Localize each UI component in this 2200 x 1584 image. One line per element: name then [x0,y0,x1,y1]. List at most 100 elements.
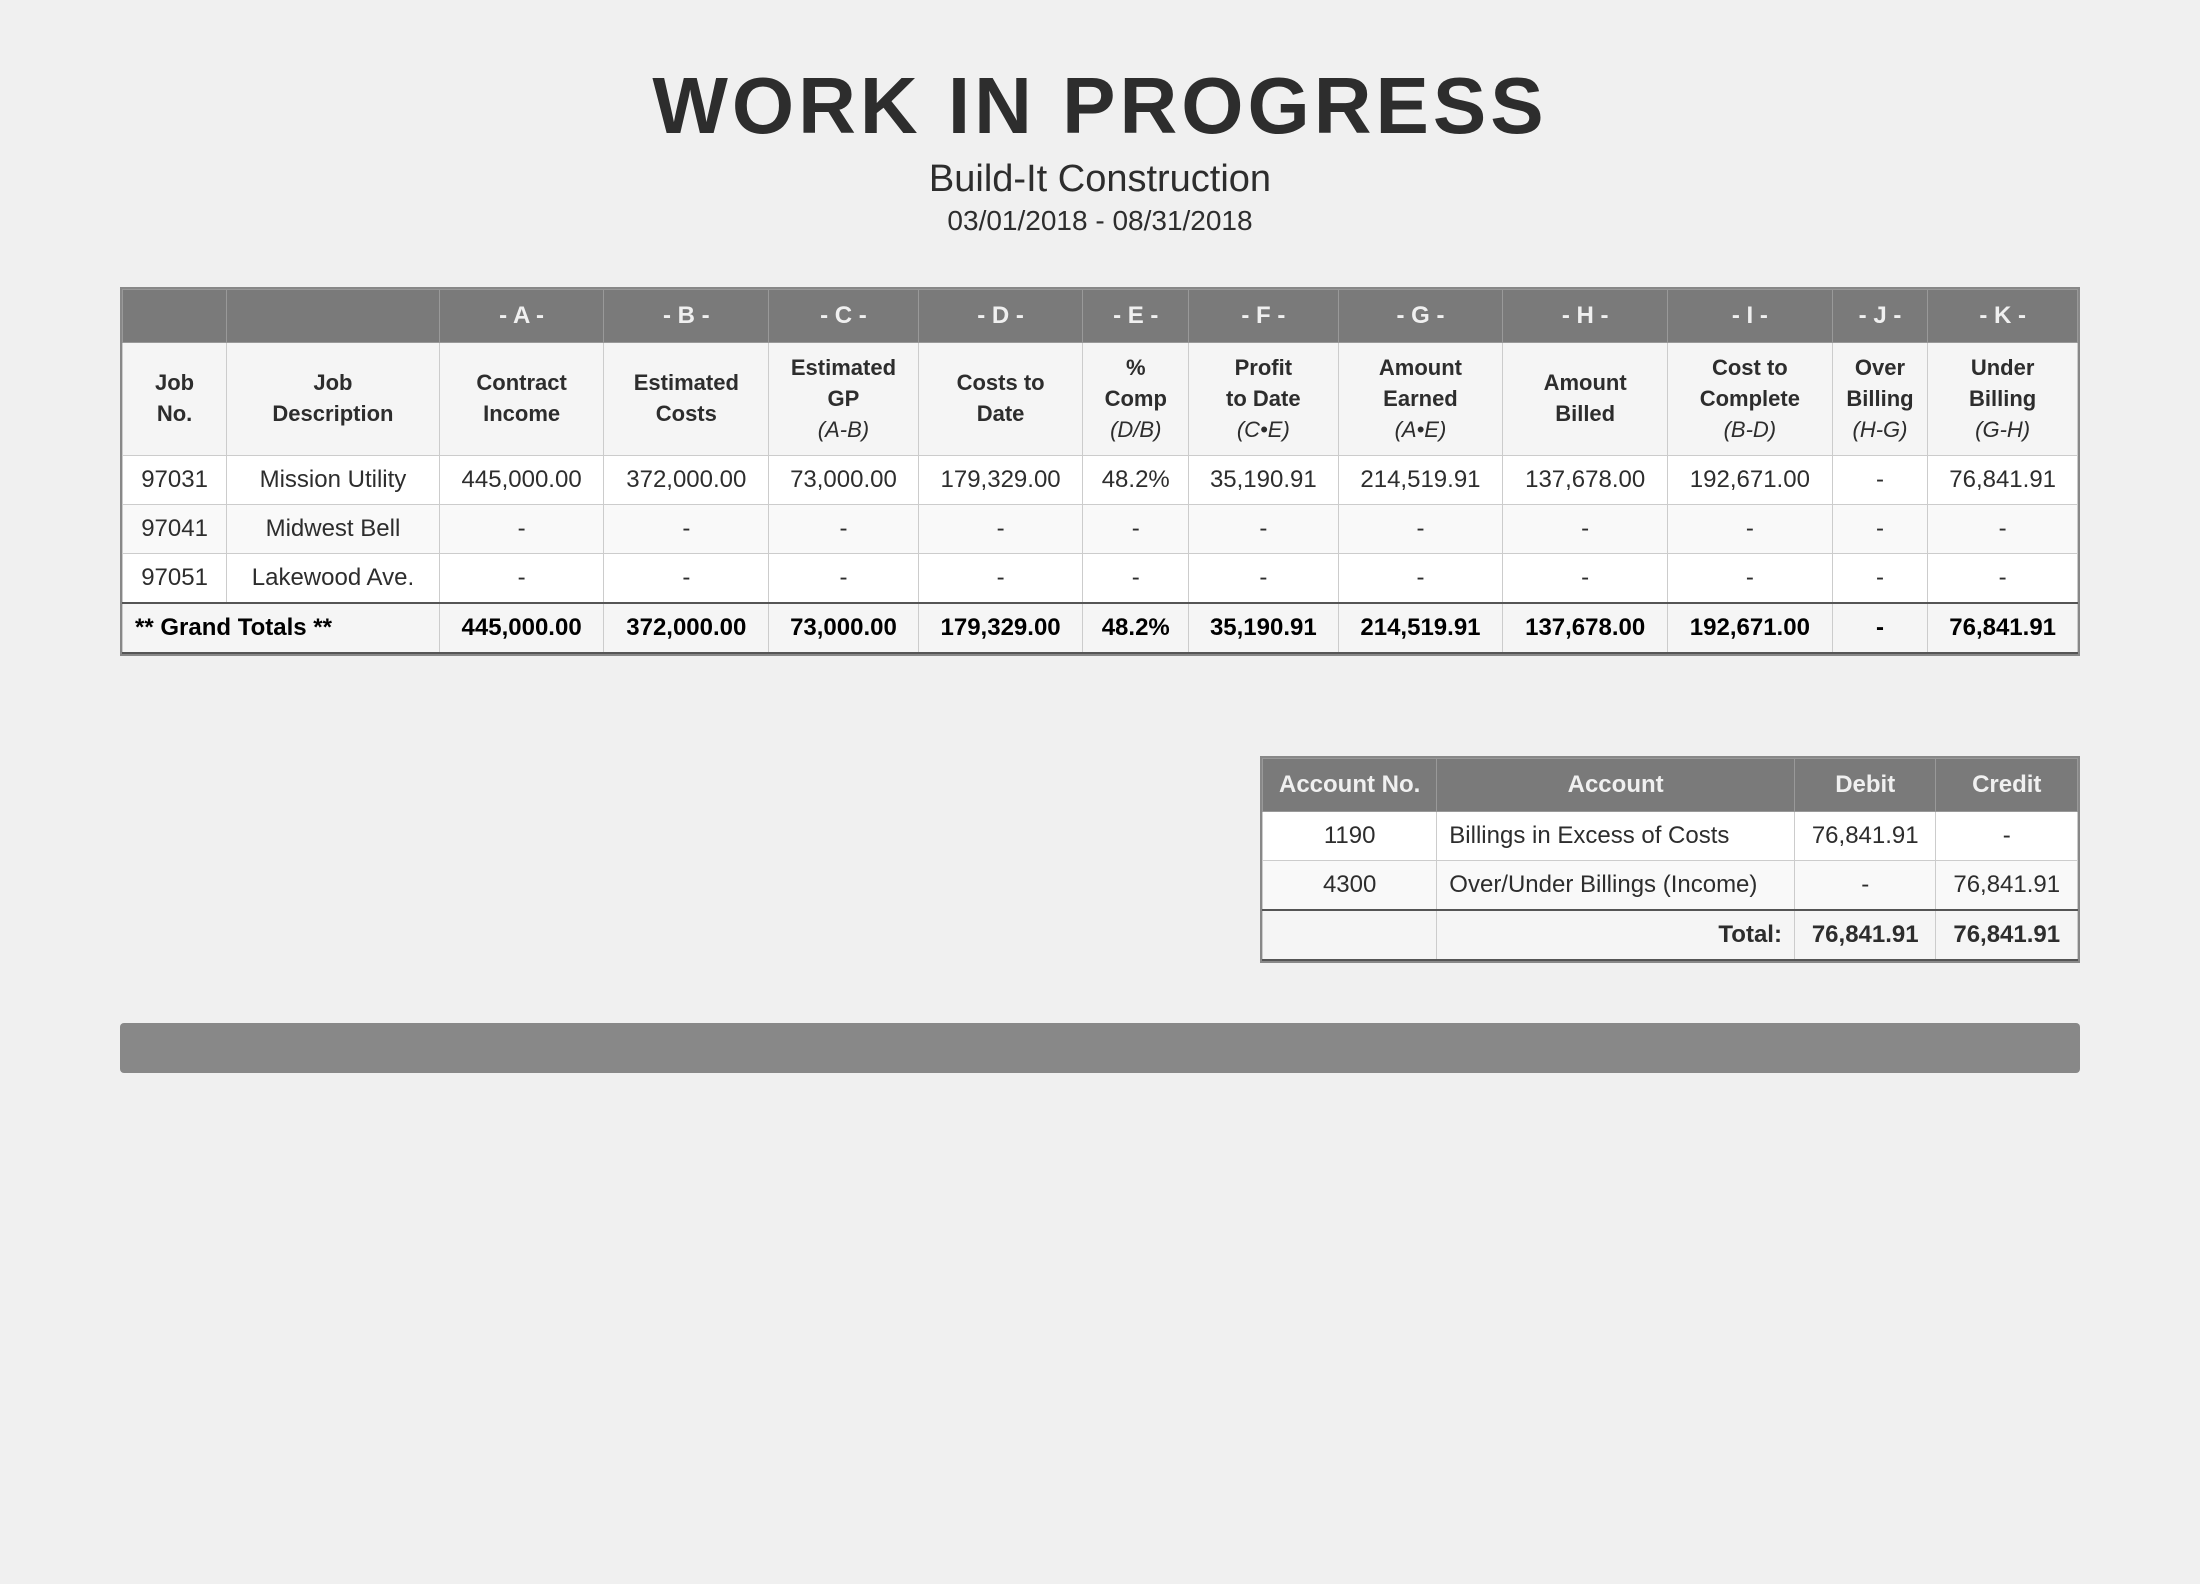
job-desc-cell: Mission Utility [227,456,440,505]
col-over-billing-label: OverBilling(H-G) [1832,343,1928,456]
amount-billed-cell: 137,678.00 [1503,456,1668,505]
credit-cell: 76,841.91 [1936,861,2078,911]
col-costs-to-date-label: Costs toDate [918,343,1083,456]
under-billing-cell: - [1928,505,2078,554]
col-est-gp-label: EstimatedGP(A-B) [769,343,919,456]
totals-cost-to-complete: 192,671.00 [1668,603,1833,653]
col-d-letter: - D - [918,290,1083,343]
est-gp-cell: - [769,554,919,604]
over-billing-cell: - [1832,554,1928,604]
amount-earned-cell: 214,519.91 [1338,456,1503,505]
secondary-table-row: 1190 Billings in Excess of Costs 76,841.… [1263,812,2078,861]
job-desc-cell: Lakewood Ave. [227,554,440,604]
pct-comp-cell: - [1083,554,1189,604]
col-label-row: JobNo. JobDescription ContractIncome Est… [123,343,2078,456]
col-h-letter: - H - [1503,290,1668,343]
col-empty-2 [227,290,440,343]
col-est-costs-label: EstimatedCosts [604,343,769,456]
contract-income-cell: 445,000.00 [439,456,604,505]
col-contract-income-label: ContractIncome [439,343,604,456]
totals-row: ** Grand Totals ** 445,000.00 372,000.00… [123,603,2078,653]
col-empty-1 [123,290,227,343]
debit-header: Debit [1794,759,1936,812]
secondary-table-wrapper: Account No. Account Debit Credit 1190 Bi… [1260,756,2080,963]
est-costs-cell: - [604,554,769,604]
cost-to-complete-cell: 192,671.00 [1668,456,1833,505]
under-billing-cell: 76,841.91 [1928,456,2078,505]
account-header: Account [1437,759,1795,812]
col-c-letter: - C - [769,290,919,343]
over-billing-cell: - [1832,505,1928,554]
totals-under-billing: 76,841.91 [1928,603,2078,653]
amount-earned-cell: - [1338,554,1503,604]
report-title: WORK IN PROGRESS [120,60,2080,152]
footer-bar [120,1023,2080,1073]
est-gp-cell: 73,000.00 [769,456,919,505]
secondary-totals-row: Total: 76,841.91 76,841.91 [1263,910,2078,960]
totals-amount-earned: 214,519.91 [1338,603,1503,653]
totals-costs-to-date: 179,329.00 [918,603,1083,653]
profit-to-date-cell: 35,190.91 [1189,456,1339,505]
cost-to-complete-cell: - [1668,554,1833,604]
amount-billed-cell: - [1503,554,1668,604]
col-k-letter: - K - [1928,290,2078,343]
totals-over-billing: - [1832,603,1928,653]
table-row: 97051 Lakewood Ave. - - - - - - - - - - … [123,554,2078,604]
col-b-letter: - B - [604,290,769,343]
table-row: 97041 Midwest Bell - - - - - - - - - - - [123,505,2078,554]
date-range: 03/01/2018 - 08/31/2018 [120,205,2080,237]
col-a-letter: - A - [439,290,604,343]
job-desc-cell: Midwest Bell [227,505,440,554]
col-f-letter: - F - [1189,290,1339,343]
account-no-header: Account No. [1263,759,1437,812]
job-no-cell: 97051 [123,554,227,604]
est-costs-cell: - [604,505,769,554]
account-no-cell: 1190 [1263,812,1437,861]
est-costs-cell: 372,000.00 [604,456,769,505]
account-name-cell: Billings in Excess of Costs [1437,812,1795,861]
totals-contract-income: 445,000.00 [439,603,604,653]
amount-earned-cell: - [1338,505,1503,554]
costs-to-date-cell: - [918,554,1083,604]
contract-income-cell: - [439,554,604,604]
secondary-table-row: 4300 Over/Under Billings (Income) - 76,8… [1263,861,2078,911]
col-job-desc-label: JobDescription [227,343,440,456]
totals-profit-to-date: 35,190.91 [1189,603,1339,653]
secondary-table: Account No. Account Debit Credit 1190 Bi… [1262,758,2078,961]
costs-to-date-cell: - [918,505,1083,554]
totals-est-costs: 372,000.00 [604,603,769,653]
job-no-cell: 97031 [123,456,227,505]
amount-billed-cell: - [1503,505,1668,554]
debit-cell: 76,841.91 [1794,812,1936,861]
col-i-letter: - I - [1668,290,1833,343]
profit-to-date-cell: - [1189,505,1339,554]
col-pct-comp-label: %Comp(D/B) [1083,343,1189,456]
col-letter-row: - A - - B - - C - - D - - E - - F - - G … [123,290,2078,343]
col-job-no-label: JobNo. [123,343,227,456]
page: WORK IN PROGRESS Build-It Construction 0… [0,0,2200,1584]
over-billing-cell: - [1832,456,1928,505]
totals-amount-billed: 137,678.00 [1503,603,1668,653]
cost-to-complete-cell: - [1668,505,1833,554]
totals-empty-1 [1263,910,1437,960]
col-amount-earned-label: AmountEarned(A•E) [1338,343,1503,456]
pct-comp-cell: - [1083,505,1189,554]
under-billing-cell: - [1928,554,2078,604]
credit-cell: - [1936,812,2078,861]
account-no-cell: 4300 [1263,861,1437,911]
costs-to-date-cell: 179,329.00 [918,456,1083,505]
est-gp-cell: - [769,505,919,554]
col-j-letter: - J - [1832,290,1928,343]
account-name-cell: Over/Under Billings (Income) [1437,861,1795,911]
report-header: WORK IN PROGRESS Build-It Construction 0… [120,60,2080,237]
table-row: 97031 Mission Utility 445,000.00 372,000… [123,456,2078,505]
credit-header: Credit [1936,759,2078,812]
profit-to-date-cell: - [1189,554,1339,604]
main-table-wrapper: - A - - B - - C - - D - - E - - F - - G … [120,287,2080,656]
contract-income-cell: - [439,505,604,554]
company-name: Build-It Construction [120,158,2080,201]
secondary-totals-label: Total: [1437,910,1795,960]
secondary-totals-credit: 76,841.91 [1936,910,2078,960]
col-amount-billed-label: AmountBilled [1503,343,1668,456]
job-no-cell: 97041 [123,505,227,554]
